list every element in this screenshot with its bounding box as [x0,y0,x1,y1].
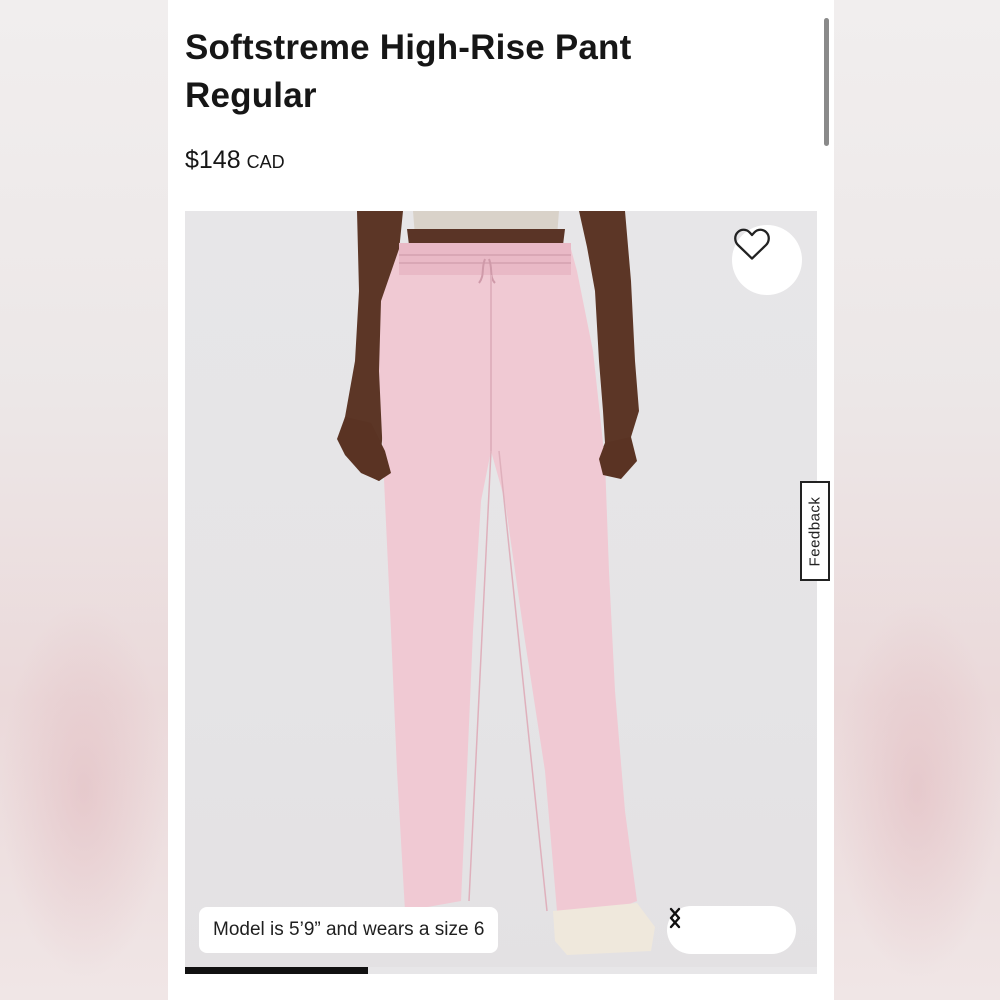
image-navigation [667,906,796,954]
price-amount: $148 [185,146,241,174]
heart-outline-icon [734,228,770,260]
product-page: Softstreme High-Rise Pant Regular $148 C… [168,0,834,1000]
feedback-tab[interactable]: Feedback [800,481,830,581]
image-progress-fill [185,967,369,974]
image-progress-track [185,967,817,974]
product-photo-illustration [337,211,655,955]
feedback-label: Feedback [806,496,824,566]
model-size-caption: Model is 5’9” and wears a size 6 [199,907,499,953]
chevron-right-icon [669,907,681,929]
left-blur-panel [0,0,168,1000]
caption-text: Model is 5’9” and wears a size 6 [213,919,485,940]
scrollbar[interactable] [824,18,829,146]
product-title: Softstreme High-Rise Pant Regular [185,28,632,115]
next-image-button[interactable] [669,906,788,954]
price-currency: CAD [246,152,285,172]
wishlist-button[interactable] [732,225,802,295]
product-price: $148 CAD [185,146,285,175]
right-blur-panel [834,0,1000,1000]
product-image[interactable]: Model is 5’9” and wears a size 6 [185,211,817,974]
